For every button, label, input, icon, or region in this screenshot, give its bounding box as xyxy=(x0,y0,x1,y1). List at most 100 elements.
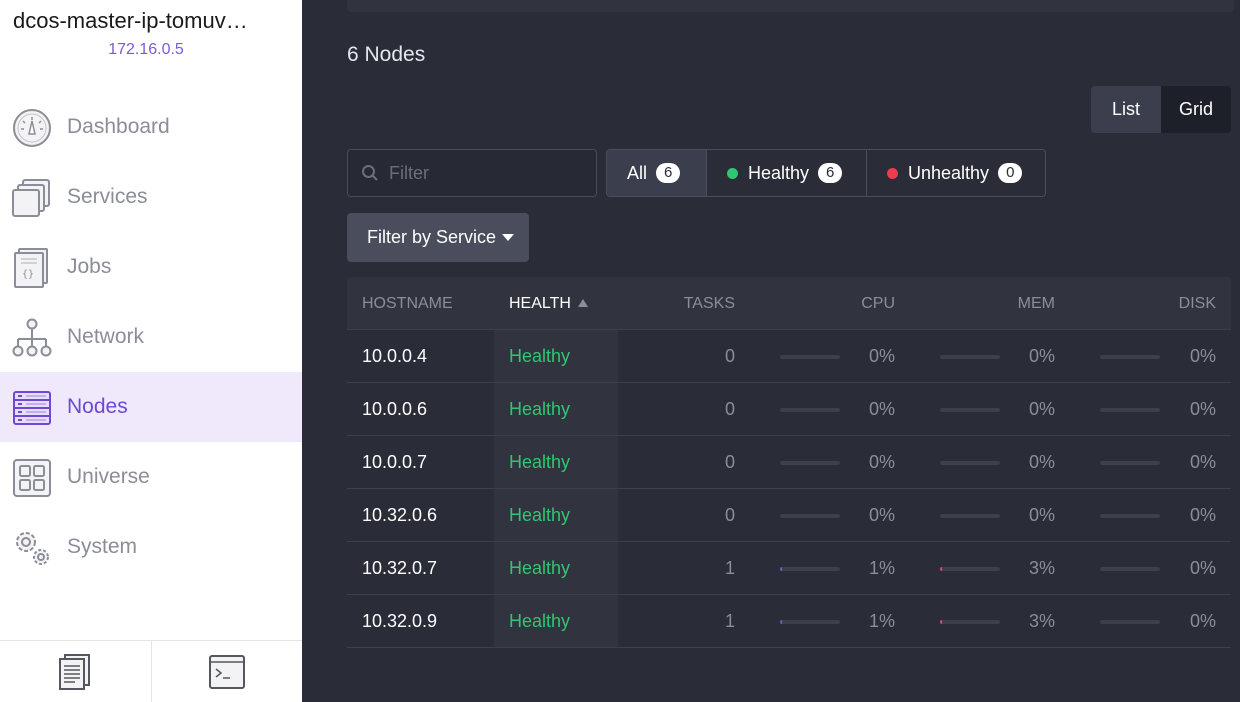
filter-by-service-label: Filter by Service xyxy=(367,227,497,247)
docs-icon xyxy=(59,653,91,690)
table-row[interactable]: 10.32.0.6 Healthy 0 0% 0% 0% xyxy=(347,489,1231,542)
table-row[interactable]: 10.32.0.9 Healthy 1 1% 3% 0% xyxy=(347,595,1231,648)
cluster-name[interactable]: dcos-master-ip-tomuv… xyxy=(13,8,293,34)
hostname-cell[interactable]: 10.32.0.7 xyxy=(362,542,437,595)
health-cell: Healthy xyxy=(509,611,571,631)
mem-usage-bar xyxy=(940,461,1000,465)
top-panel xyxy=(347,0,1234,12)
sidebar-item-system[interactable]: System xyxy=(0,512,302,582)
filter-healthy-label: Healthy xyxy=(748,162,810,183)
tasks-cell: 1 xyxy=(724,558,735,578)
filter-healthy-button[interactable]: Healthy 6 xyxy=(706,150,866,196)
dashboard-icon xyxy=(13,109,51,147)
disk-cell: 0% xyxy=(1189,399,1216,419)
table-row[interactable]: 10.0.0.7 Healthy 0 0% 0% 0% xyxy=(347,436,1231,489)
table-row[interactable]: 10.0.0.6 Healthy 0 0% 0% 0% xyxy=(347,383,1231,436)
mem-cell: 3% xyxy=(1028,558,1055,578)
health-cell: Healthy xyxy=(509,346,571,366)
disk-usage-bar xyxy=(1100,408,1160,412)
chevron-down-icon xyxy=(502,234,515,241)
disk-usage-bar xyxy=(1100,514,1160,518)
unhealthy-dot-icon xyxy=(887,167,898,179)
disk-cell: 0% xyxy=(1189,452,1216,472)
column-cpu[interactable]: CPU xyxy=(861,277,895,330)
filter-all-label: All xyxy=(627,162,648,183)
health-cell: Healthy xyxy=(509,399,571,419)
hostname-cell[interactable]: 10.32.0.9 xyxy=(362,595,437,648)
column-disk[interactable]: DISK xyxy=(1179,277,1216,330)
cpu-cell: 1% xyxy=(868,558,895,578)
cpu-usage-bar xyxy=(780,461,840,465)
cpu-usage-bar xyxy=(780,514,840,518)
disk-cell: 0% xyxy=(1189,346,1216,366)
cpu-usage-bar xyxy=(780,355,840,359)
grid-view-button[interactable]: Grid xyxy=(1161,86,1231,133)
sidebar-item-network[interactable]: Network xyxy=(0,302,302,372)
mem-usage-bar xyxy=(940,620,1000,624)
disk-cell: 0% xyxy=(1189,558,1216,578)
filter-input[interactable] xyxy=(389,162,579,184)
filter-unhealthy-button[interactable]: Unhealthy 0 xyxy=(866,150,1045,196)
mem-cell: 3% xyxy=(1028,611,1055,631)
health-filter: All 6 Healthy 6 Unhealthy 0 xyxy=(606,149,1046,197)
cluster-ip: 172.16.0.5 xyxy=(108,41,184,58)
tasks-cell: 0 xyxy=(724,346,735,366)
mem-usage-fill xyxy=(940,620,942,624)
nodes-icon xyxy=(13,391,51,425)
column-health-label: HEALTH xyxy=(509,295,571,312)
sidebar-item-label: Universe xyxy=(67,465,150,488)
column-hostname[interactable]: HOSTNAME xyxy=(362,277,453,330)
cpu-usage-bar xyxy=(780,408,840,412)
filter-unhealthy-label: Unhealthy xyxy=(908,162,990,183)
tasks-cell: 0 xyxy=(724,452,735,472)
hostname-cell[interactable]: 10.0.0.6 xyxy=(362,383,427,436)
cpu-usage-fill xyxy=(780,620,782,624)
hostname-cell[interactable]: 10.0.0.4 xyxy=(362,330,427,383)
table-header: HOSTNAME HEALTH TASKS CPU MEM DISK xyxy=(347,277,1231,330)
table-body: 10.0.0.4 Healthy 0 0% 0% 0% 10.0.0.6 Healthy 0 0%… xyxy=(347,330,1231,648)
column-health[interactable]: HEALTH xyxy=(509,277,588,330)
svg-text:{}: {} xyxy=(22,269,34,280)
cpu-cell: 0% xyxy=(868,346,895,366)
sidebar-item-nodes[interactable]: Nodes xyxy=(0,372,302,442)
mem-usage-bar xyxy=(940,408,1000,412)
sidebar-item-universe[interactable]: Universe xyxy=(0,442,302,512)
disk-cell: 0% xyxy=(1189,505,1216,525)
sort-ascending-icon xyxy=(577,299,588,307)
mem-usage-bar xyxy=(940,355,1000,359)
universe-icon xyxy=(13,459,51,497)
mem-usage-bar xyxy=(940,514,1000,518)
docs-button[interactable] xyxy=(0,641,151,702)
column-tasks[interactable]: TASKS xyxy=(684,277,735,330)
sidebar-item-label: Network xyxy=(67,325,145,348)
hostname-cell[interactable]: 10.0.0.7 xyxy=(362,436,427,489)
tasks-cell: 1 xyxy=(724,611,735,631)
list-view-button[interactable]: List xyxy=(1091,86,1161,133)
table-row[interactable]: 10.32.0.7 Healthy 1 1% 3% 0% xyxy=(347,542,1231,595)
search-icon xyxy=(362,165,378,181)
sidebar-item-dashboard[interactable]: Dashboard xyxy=(0,92,302,162)
filter-by-service-dropdown[interactable]: Filter by Service xyxy=(347,213,529,262)
cli-button[interactable] xyxy=(150,641,303,702)
cpu-cell: 1% xyxy=(868,611,895,631)
health-cell: Healthy xyxy=(509,505,571,525)
main-content: 6 Nodes List Grid All 6 Healthy 6 Unheal… xyxy=(302,0,1240,702)
network-icon xyxy=(12,318,52,357)
sidebar: dcos-master-ip-tomuv… 172.16.0.5 Dashboa… xyxy=(0,0,302,702)
sidebar-item-jobs[interactable]: {} Jobs xyxy=(0,232,302,302)
sidebar-item-services[interactable]: Services xyxy=(0,162,302,232)
tasks-cell: 0 xyxy=(724,399,735,419)
view-toggle: List Grid xyxy=(1091,86,1231,133)
cli-icon xyxy=(208,654,245,689)
disk-cell: 0% xyxy=(1189,611,1216,631)
cpu-usage-fill xyxy=(780,567,782,571)
page-title: 6 Nodes xyxy=(347,43,426,66)
disk-usage-bar xyxy=(1100,620,1160,624)
filter-all-button[interactable]: All 6 xyxy=(607,150,706,196)
nodes-table: HOSTNAME HEALTH TASKS CPU MEM DISK 10.0.… xyxy=(347,277,1231,648)
cpu-usage-bar xyxy=(780,620,840,624)
tasks-cell: 0 xyxy=(724,505,735,525)
column-mem[interactable]: MEM xyxy=(1018,277,1055,330)
hostname-cell[interactable]: 10.32.0.6 xyxy=(362,489,437,542)
table-row[interactable]: 10.0.0.4 Healthy 0 0% 0% 0% xyxy=(347,330,1231,383)
